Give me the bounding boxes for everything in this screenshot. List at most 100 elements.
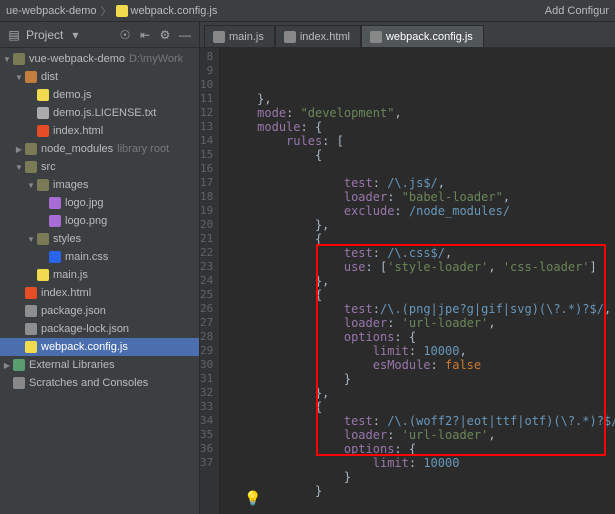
code-line[interactable]: } (228, 470, 615, 484)
line-number[interactable]: 11 (200, 92, 213, 106)
line-number[interactable]: 16 (200, 162, 213, 176)
tree-arrow-icon[interactable]: ▼ (26, 181, 36, 190)
line-number[interactable]: 19 (200, 204, 213, 218)
line-number[interactable]: 26 (200, 302, 213, 316)
code-line[interactable]: }, (228, 274, 615, 288)
code-line[interactable]: options: { (228, 442, 615, 456)
code-line[interactable]: loader: 'url-loader', (228, 428, 615, 442)
tree-item-src[interactable]: ▼src (0, 158, 199, 176)
hide-icon[interactable]: — (177, 27, 193, 43)
tab-webpack-config-js[interactable]: webpack.config.js (361, 25, 484, 47)
tree-item-logo-png[interactable]: logo.png (0, 212, 199, 230)
gear-icon[interactable]: ⚙ (157, 27, 173, 43)
tree-item-webpack-config-js[interactable]: webpack.config.js (0, 338, 199, 356)
code-line[interactable]: limit: 10000 (228, 456, 615, 470)
code-line[interactable]: test: /\.(woff2?|eot|ttf|otf)(\?.*)?$/, (228, 414, 615, 428)
line-number[interactable]: 10 (200, 78, 213, 92)
line-number[interactable]: 8 (200, 50, 213, 64)
line-number[interactable]: 15 (200, 148, 213, 162)
tree-item-node_modules[interactable]: ▶node_moduleslibrary root (0, 140, 199, 158)
select-opened-icon[interactable]: ☉ (117, 27, 133, 43)
line-number[interactable]: 25 (200, 288, 213, 302)
chevron-down-icon[interactable]: ▾ (67, 27, 83, 43)
tree-arrow-icon[interactable]: ▼ (14, 163, 24, 172)
line-number[interactable]: 14 (200, 134, 213, 148)
line-number[interactable]: 12 (200, 106, 213, 120)
tree-item-demo-js-LICENSE-txt[interactable]: demo.js.LICENSE.txt (0, 104, 199, 122)
code-line[interactable]: { (228, 148, 615, 162)
code-line[interactable]: mode: "development", (228, 106, 615, 120)
add-configuration-button[interactable]: Add Configur (545, 5, 609, 17)
line-number[interactable]: 34 (200, 414, 213, 428)
code-line[interactable]: module: { (228, 120, 615, 134)
code-line[interactable]: { (228, 232, 615, 246)
line-number[interactable]: 24 (200, 274, 213, 288)
code-line[interactable]: loader: "babel-loader", (228, 190, 615, 204)
line-number[interactable]: 30 (200, 358, 213, 372)
code-line[interactable]: limit: 10000, (228, 344, 615, 358)
tree-arrow-icon[interactable]: ▼ (14, 73, 24, 82)
tree-item-logo-jpg[interactable]: logo.jpg (0, 194, 199, 212)
line-number[interactable]: 36 (200, 442, 213, 456)
project-pane-label[interactable]: Project (26, 28, 63, 42)
project-view-icon[interactable]: ▤ (6, 27, 22, 43)
code-line[interactable]: } (228, 372, 615, 386)
line-number[interactable]: 31 (200, 372, 213, 386)
tab-index-html[interactable]: index.html (275, 25, 361, 47)
tree-arrow-icon[interactable]: ▼ (26, 235, 36, 244)
breadcrumb-file[interactable]: webpack.config.js (116, 5, 218, 17)
tree-item-demo-js[interactable]: demo.js (0, 86, 199, 104)
line-number[interactable]: 28 (200, 330, 213, 344)
code-line[interactable]: test: /\.css$/, (228, 246, 615, 260)
code-line[interactable]: exclude: /node_modules/ (228, 204, 615, 218)
code-line[interactable]: options: { (228, 330, 615, 344)
code-line[interactable]: { (228, 400, 615, 414)
line-number[interactable]: 13 (200, 120, 213, 134)
tree-item-main-js[interactable]: main.js (0, 266, 199, 284)
line-number[interactable]: 9 (200, 64, 213, 78)
tree-item-vue-webpack-demo[interactable]: ▼vue-webpack-demoD:\myWork (0, 50, 199, 68)
code-line[interactable]: rules: [ (228, 134, 615, 148)
code-line[interactable]: }, (228, 92, 615, 106)
code-line[interactable]: use: ['style-loader', 'css-loader'] (228, 260, 615, 274)
code-line[interactable]: esModule: false (228, 358, 615, 372)
line-number[interactable]: 23 (200, 260, 213, 274)
code-line[interactable]: }, (228, 386, 615, 400)
tree-item-dist[interactable]: ▼dist (0, 68, 199, 86)
breadcrumb-project[interactable]: ue-webpack-demo (6, 5, 97, 17)
line-number[interactable]: 29 (200, 344, 213, 358)
line-number[interactable]: 21 (200, 232, 213, 246)
tree-arrow-icon[interactable]: ▶ (2, 361, 12, 370)
line-number[interactable]: 22 (200, 246, 213, 260)
tree-item-index-html[interactable]: index.html (0, 284, 199, 302)
code-line[interactable]: } (228, 484, 615, 498)
code-line[interactable]: test:/\.(png|jpe?g|gif|svg)(\?.*)?$/, (228, 302, 615, 316)
code-line[interactable]: { (228, 288, 615, 302)
tree-arrow-icon[interactable]: ▶ (14, 145, 24, 154)
tree-item-Scratches-and-Consoles[interactable]: Scratches and Consoles (0, 374, 199, 392)
line-number[interactable]: 27 (200, 316, 213, 330)
tree-item-package-json[interactable]: package.json (0, 302, 199, 320)
tree-item-package-lock-json[interactable]: package-lock.json (0, 320, 199, 338)
code-line[interactable]: test: /\.js$/, (228, 176, 615, 190)
code-editor[interactable]: 8910111213141516171819202122232425262728… (200, 48, 615, 514)
tree-item-styles[interactable]: ▼styles (0, 230, 199, 248)
collapse-all-icon[interactable]: ⇤ (137, 27, 153, 43)
tab-main-js[interactable]: main.js (204, 25, 275, 47)
line-number[interactable]: 32 (200, 386, 213, 400)
line-number[interactable]: 35 (200, 428, 213, 442)
code-line[interactable]: loader: 'url-loader', (228, 316, 615, 330)
code-line[interactable] (228, 162, 615, 176)
line-number[interactable]: 33 (200, 400, 213, 414)
code-area[interactable]: }, mode: "development", module: { rules:… (220, 48, 615, 514)
line-number[interactable]: 37 (200, 456, 213, 470)
intention-bulb-icon[interactable]: 💡 (244, 492, 261, 506)
tree-item-images[interactable]: ▼images (0, 176, 199, 194)
tree-item-index-html[interactable]: index.html (0, 122, 199, 140)
tree-item-main-css[interactable]: main.css (0, 248, 199, 266)
line-number[interactable]: 20 (200, 218, 213, 232)
code-line[interactable]: }, (228, 218, 615, 232)
tree-arrow-icon[interactable]: ▼ (2, 55, 12, 64)
code-line[interactable] (228, 498, 615, 512)
tree-item-External-Libraries[interactable]: ▶External Libraries (0, 356, 199, 374)
